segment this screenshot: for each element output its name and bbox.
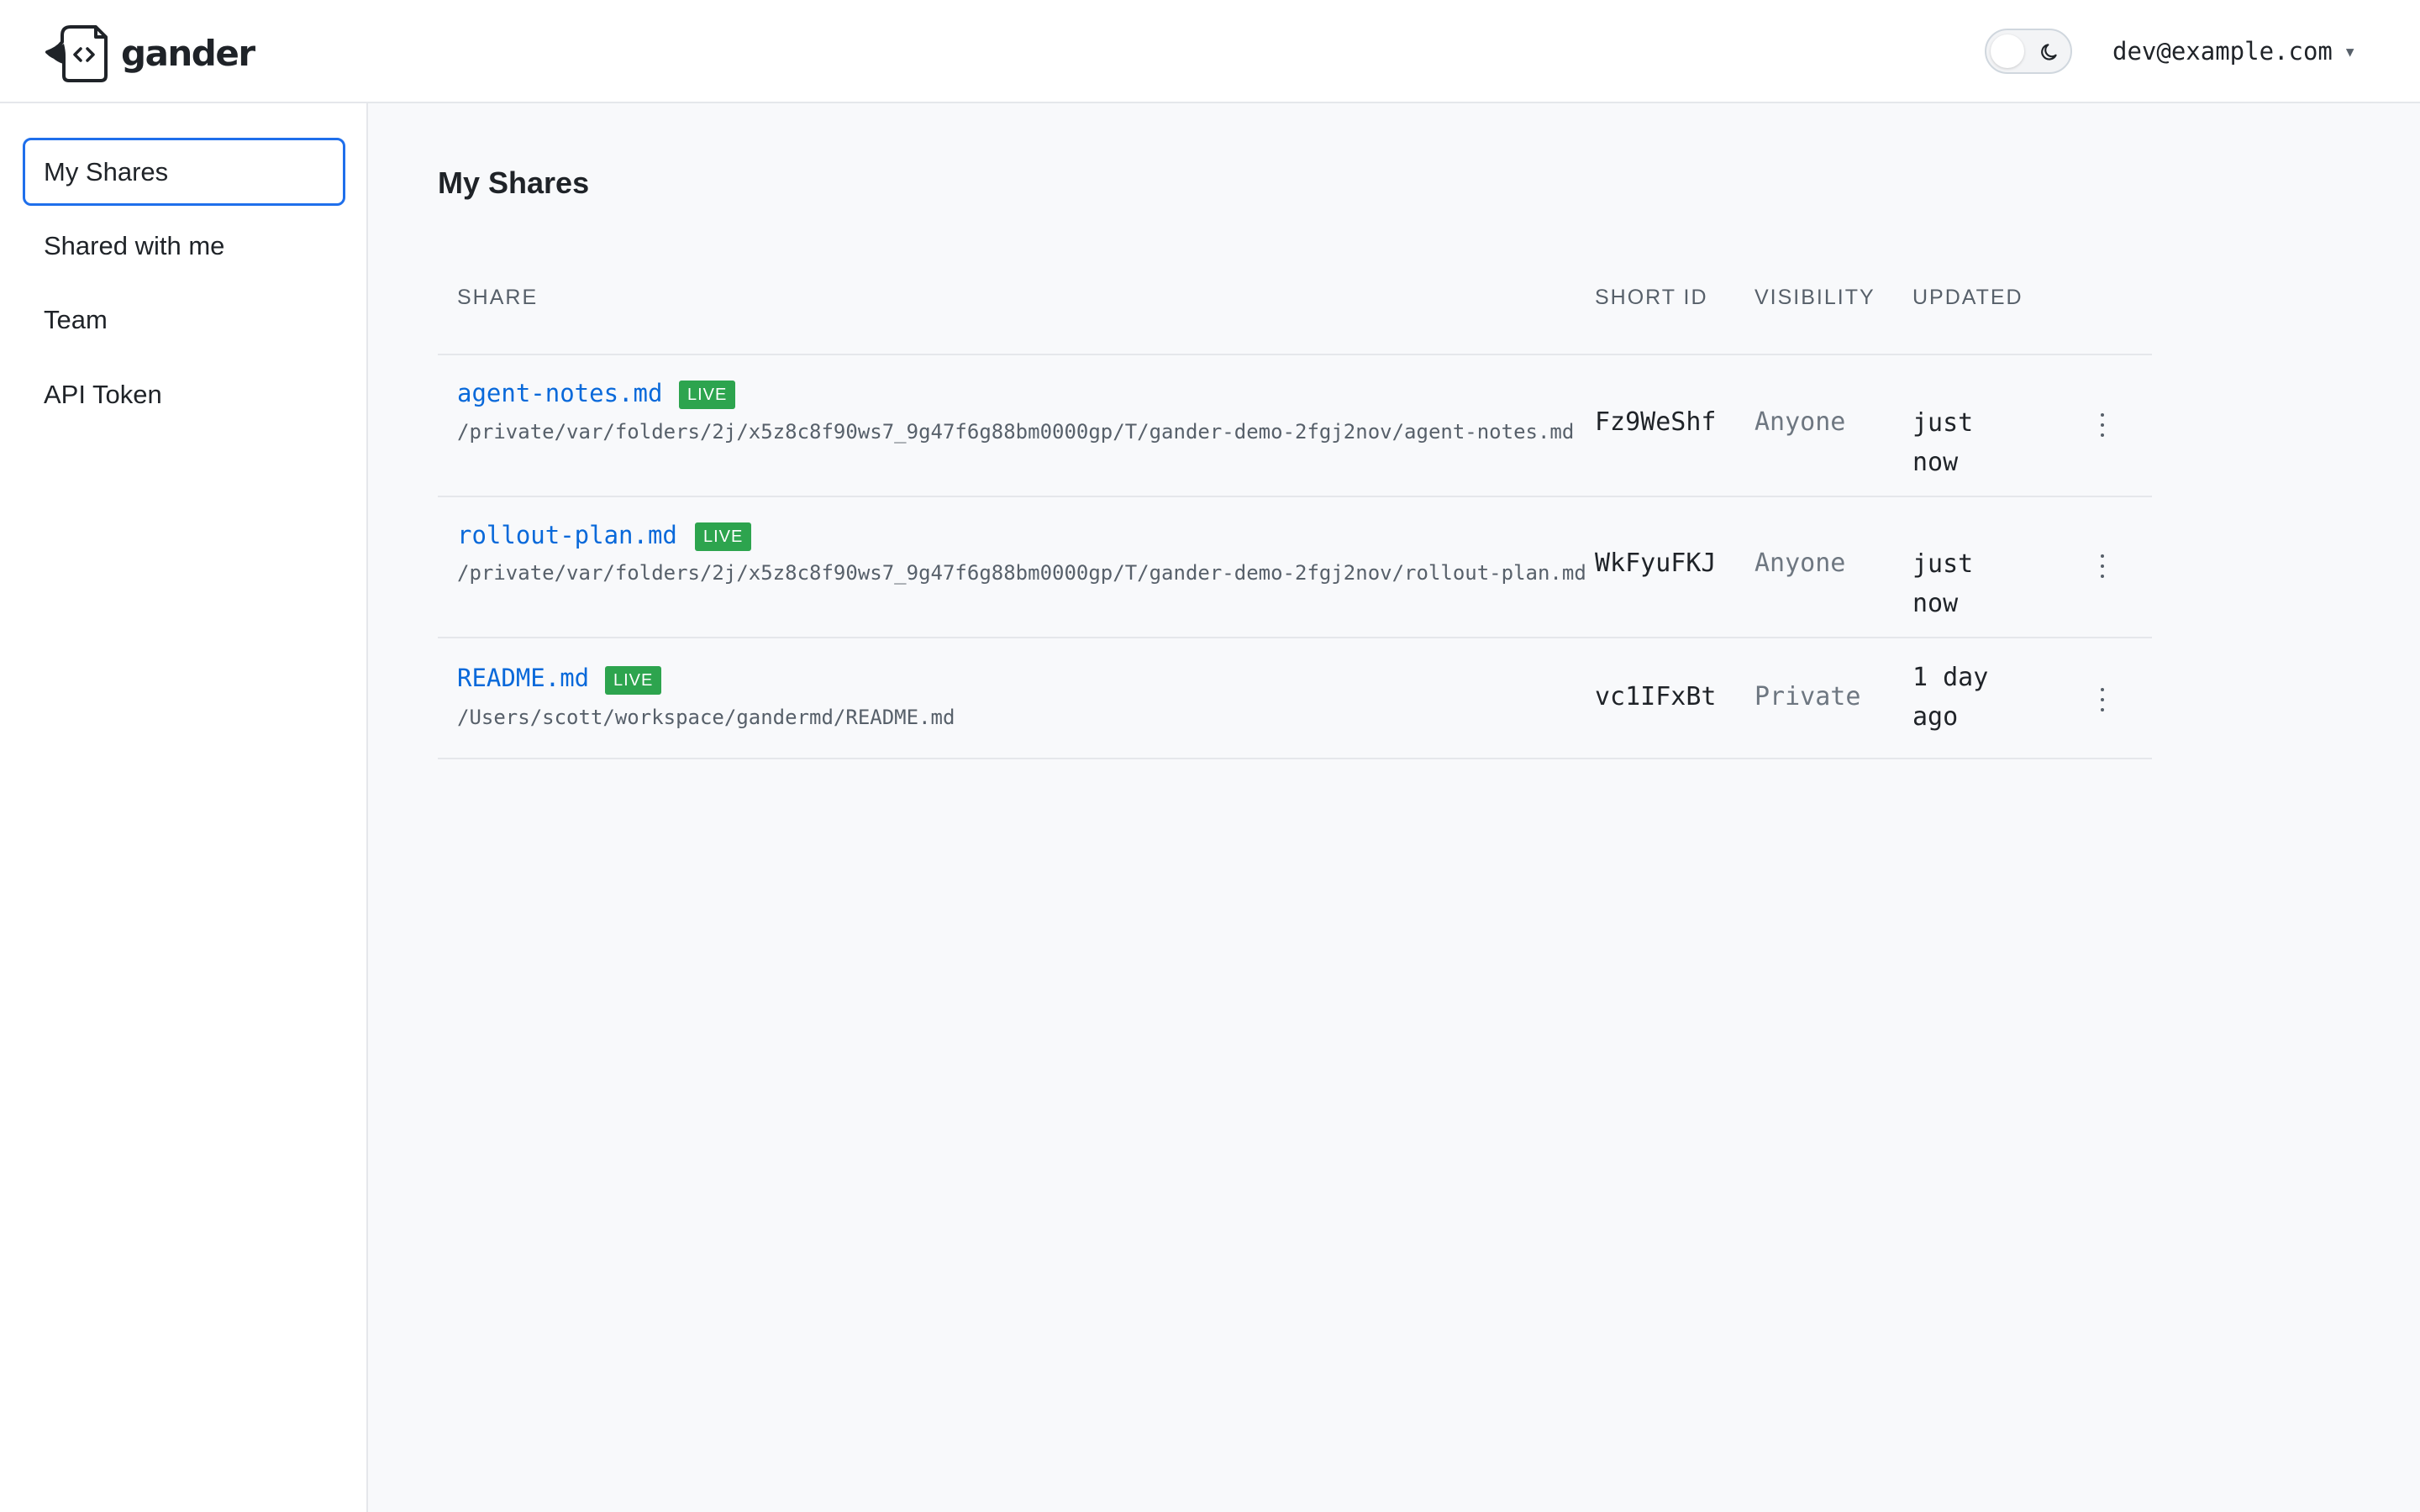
live-badge: LIVE (679, 381, 736, 409)
sidebar-item-label: Shared with me (44, 230, 225, 260)
top-bar: gander dev@example.com ▼ (0, 0, 2420, 103)
user-email: dev@example.com (2112, 37, 2333, 66)
sidebar: My Shares Shared with me Team API Token (0, 103, 368, 1512)
main-content: My Shares SHARE SHORT ID VISIBILITY UPDA… (368, 103, 2420, 1512)
sidebar-item-label: Team (44, 304, 108, 334)
live-badge: LIVE (605, 666, 662, 695)
share-path: /Users/scott/workspace/gandermd/README.m… (457, 706, 955, 729)
share-link[interactable]: rollout-plan.md (457, 521, 677, 549)
share-link[interactable]: README.md (457, 664, 589, 692)
sidebar-item-api-token[interactable]: API Token (23, 360, 345, 428)
share-path: /private/var/folders/2j/x5z8c8f90ws7_9g4… (457, 561, 1586, 585)
updated: just now (1912, 549, 1974, 618)
chevron-down-icon: ▼ (2345, 43, 2354, 60)
kebab-menu-icon[interactable] (2095, 683, 2110, 717)
live-badge: LIVE (695, 522, 752, 551)
table-row: agent-notes.md LIVE /private/var/folders… (438, 354, 2152, 496)
sidebar-item-label: API Token (44, 379, 162, 409)
theme-toggle[interactable] (1985, 29, 2072, 74)
updated: just now (1912, 408, 1974, 477)
kebab-menu-icon[interactable] (2095, 549, 2110, 583)
visibility: Private (1754, 682, 1861, 711)
moon-icon (2041, 44, 2057, 60)
user-menu[interactable]: dev@example.com ▼ (2112, 32, 2354, 71)
short-id: Fz9WeShf (1595, 407, 1717, 437)
sidebar-item-label: My Shares (44, 156, 169, 186)
page-title: My Shares (438, 165, 590, 200)
sidebar-item-team[interactable]: Team (23, 286, 345, 354)
sidebar-item-my-shares[interactable]: My Shares (23, 138, 345, 206)
kebab-menu-icon[interactable] (2095, 408, 2110, 442)
share-path: /private/var/folders/2j/x5z8c8f90ws7_9g4… (457, 420, 1575, 444)
share-link[interactable]: agent-notes.md (457, 379, 662, 407)
brand-logo-link[interactable]: gander (45, 22, 255, 84)
shares-table: SHARE SHORT ID VISIBILITY UPDATED agent-… (438, 243, 2152, 759)
short-id: WkFyuFKJ (1595, 549, 1717, 578)
gander-logo-icon (45, 25, 108, 82)
visibility: Anyone (1754, 407, 1846, 437)
visibility: Anyone (1754, 549, 1846, 578)
short-id: vc1IFxBt (1595, 682, 1717, 711)
updated: 1 day ago (1912, 663, 1989, 732)
sidebar-item-shared-with-me[interactable]: Shared with me (23, 212, 345, 280)
table-row: rollout-plan.md LIVE /private/var/folder… (438, 496, 2152, 637)
brand-name: gander (121, 32, 255, 74)
table-row: README.md LIVE /Users/scott/workspace/ga… (438, 637, 2152, 759)
toggle-knob (1991, 34, 2024, 68)
